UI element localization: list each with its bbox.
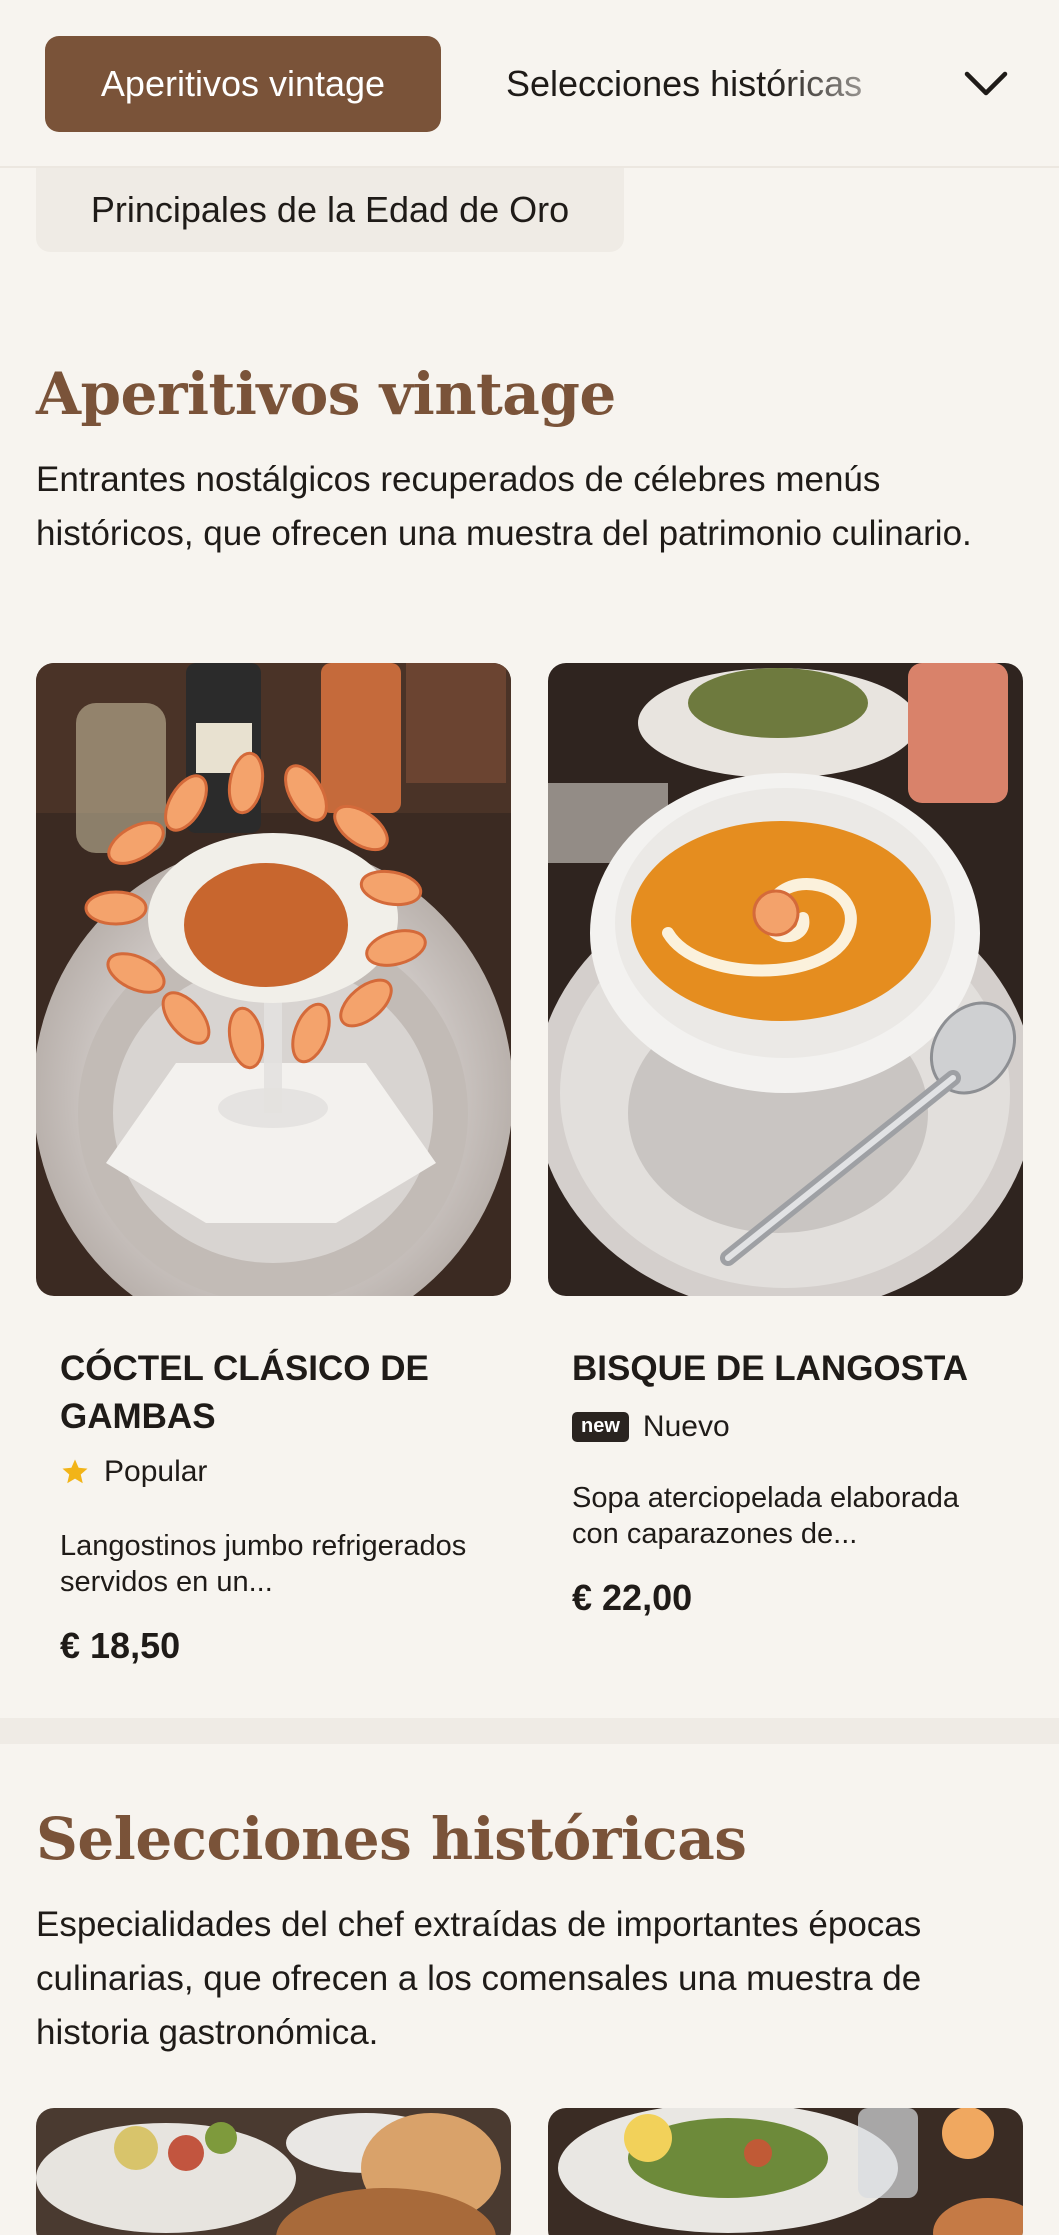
badge-label: Nuevo — [642, 1410, 730, 1443]
badge-label: Popular — [104, 1455, 208, 1488]
chevron-down-icon[interactable] — [952, 52, 1020, 116]
dish-image[interactable] — [548, 2108, 1023, 2235]
section-description: Especialidades del chef extraídas de imp… — [36, 1905, 922, 2052]
item-description: Langostinos jumbo refrigerados servidos … — [60, 1530, 467, 1598]
dish-image[interactable] — [36, 2108, 511, 2235]
section-divider — [0, 1718, 1059, 1744]
item-price: € 18,50 — [60, 1625, 181, 1666]
section-title: Selecciones históricas — [36, 1805, 747, 1873]
section-title: Aperitivos vintage — [36, 360, 616, 428]
item-badge: Popular — [60, 1455, 207, 1489]
new-tag: new — [572, 1412, 629, 1442]
shrimp-cocktail-image[interactable] — [36, 663, 511, 1296]
section-description: Entrantes nostálgicos recuperados de cél… — [36, 460, 972, 553]
item-badge: new Nuevo — [572, 1410, 730, 1444]
star-icon — [60, 1457, 90, 1487]
item-description: Sopa aterciopelada elaborada con caparaz… — [572, 1482, 959, 1550]
category-chip-selecciones[interactable]: Selecciones históricas — [480, 36, 910, 132]
category-chip-principales[interactable]: Principales de la Edad de Oro — [36, 168, 624, 252]
item-title[interactable]: CÓCTEL CLÁSICO DE GAMBAS — [60, 1345, 480, 1441]
category-nav: Aperitivos vintage Selecciones histórica… — [0, 0, 1059, 168]
item-title[interactable]: BISQUE DE LANGOSTA — [572, 1345, 992, 1393]
category-chip-aperitivos[interactable]: Aperitivos vintage — [45, 36, 441, 132]
lobster-bisque-image[interactable] — [548, 663, 1023, 1296]
item-price: € 22,00 — [572, 1577, 693, 1618]
